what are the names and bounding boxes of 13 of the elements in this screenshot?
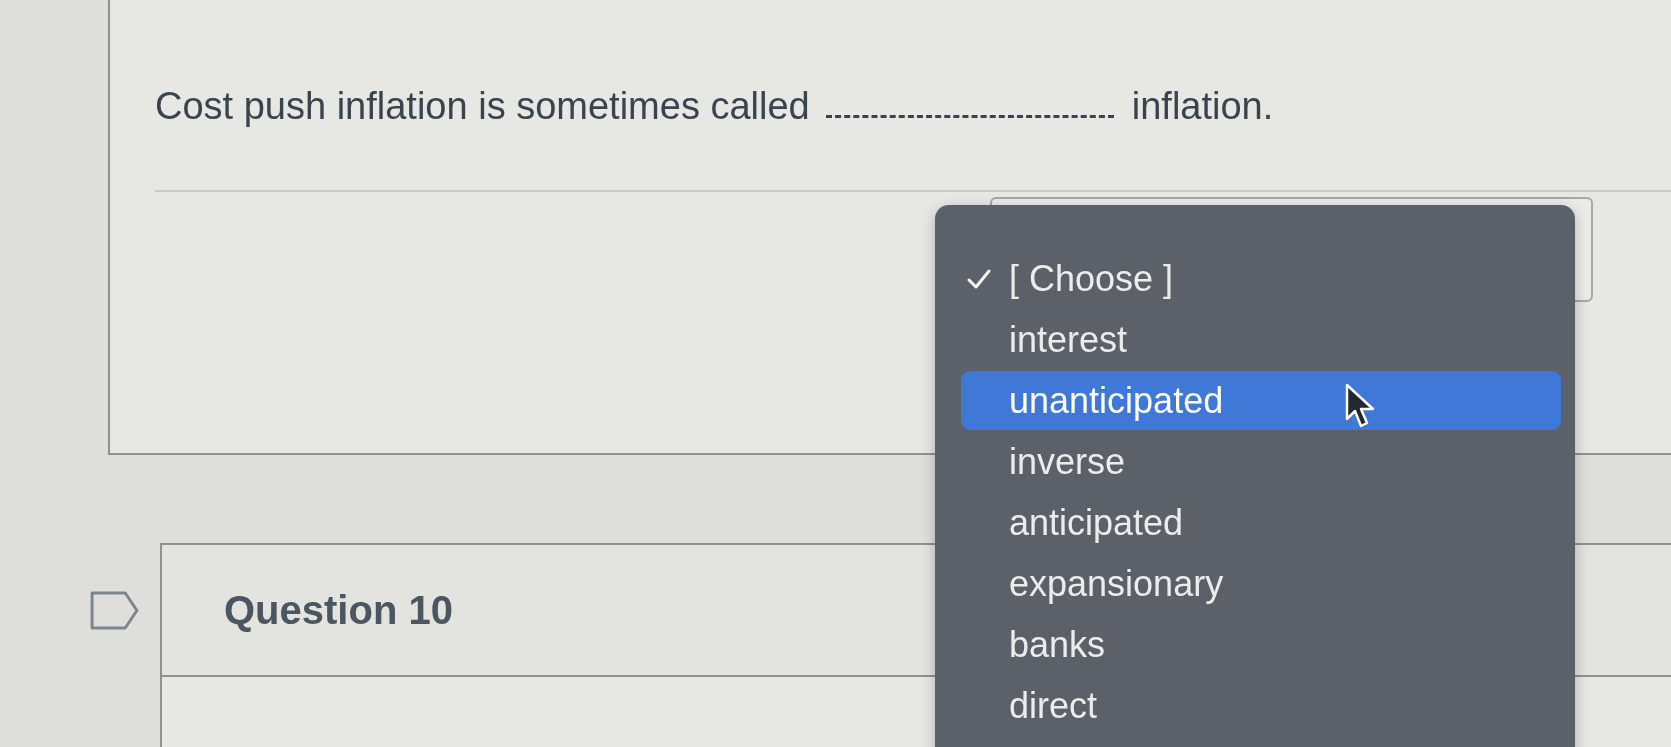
dropdown-option[interactable]: expansionary xyxy=(961,554,1561,613)
dropdown-option[interactable]: banks xyxy=(961,615,1561,674)
dropdown-option[interactable]: direct xyxy=(961,676,1561,735)
pointer-cursor-icon xyxy=(1345,383,1375,429)
flag-icon[interactable] xyxy=(90,591,139,630)
dropdown-option[interactable]: anticipated xyxy=(961,493,1561,552)
dropdown-option[interactable]: inverse xyxy=(961,432,1561,491)
question-title: Question 10 xyxy=(224,587,453,633)
dropdown-option[interactable]: unanticipated xyxy=(961,371,1561,430)
question-text: Cost push inflation is sometimes called xyxy=(155,84,810,129)
question-text: inflation. xyxy=(1131,84,1274,129)
dropdown-option[interactable]: interest xyxy=(961,310,1561,369)
dropdown-option[interactable]: [ Choose ] xyxy=(961,249,1561,308)
